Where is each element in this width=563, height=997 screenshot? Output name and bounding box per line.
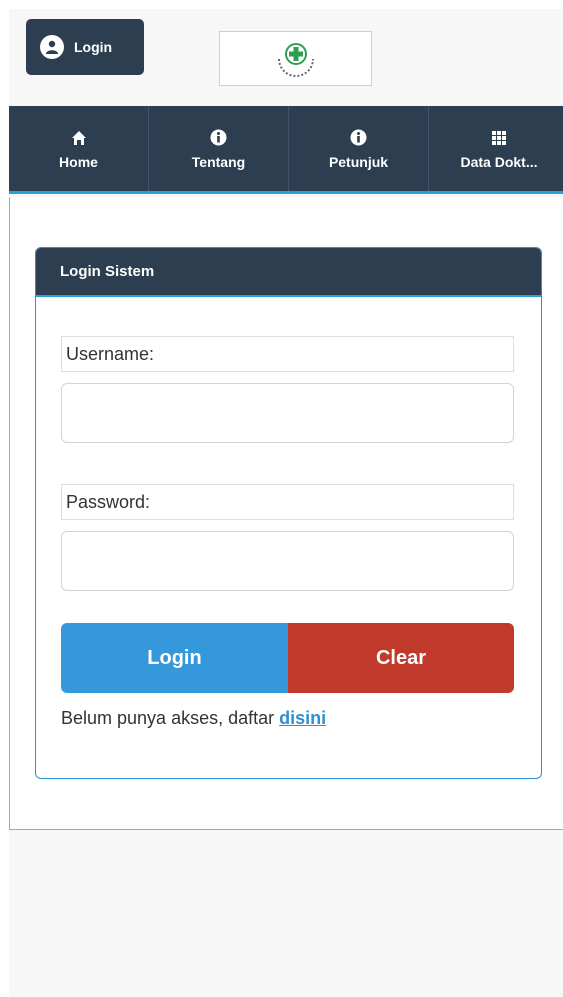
- username-label: Username:: [61, 336, 514, 372]
- register-text: Belum punya akses, daftar: [61, 708, 280, 728]
- nav-item-label: Data Dokt...: [460, 153, 538, 170]
- info-icon: [210, 128, 227, 148]
- user-icon: [40, 35, 64, 59]
- nav-item-home[interactable]: Home: [9, 106, 149, 191]
- nav-item-data-dokter[interactable]: Data Dokt...: [429, 106, 563, 191]
- nav-item-petunjuk[interactable]: Petunjuk: [289, 106, 429, 191]
- content-area: Login Sistem Username: Password: Login C…: [9, 197, 563, 830]
- header-login-button[interactable]: Login: [26, 19, 144, 75]
- login-panel: Login Sistem Username: Password: Login C…: [35, 247, 542, 779]
- nav-item-label: Home: [59, 153, 98, 170]
- clear-button[interactable]: Clear: [288, 623, 514, 693]
- username-input[interactable]: [61, 383, 514, 443]
- password-input[interactable]: [61, 531, 514, 591]
- main-nav: Home Tentang Petunjuk Data Dokt...: [9, 106, 563, 194]
- health-logo-icon: [277, 42, 314, 77]
- password-label: Password:: [61, 484, 514, 520]
- info-icon: [350, 128, 367, 148]
- logo: [219, 31, 372, 86]
- header-login-label: Login: [74, 39, 113, 55]
- nav-item-tentang[interactable]: Tentang: [149, 106, 289, 191]
- register-link[interactable]: disini: [279, 708, 326, 728]
- home-icon: [71, 128, 87, 148]
- nav-item-label: Petunjuk: [328, 153, 389, 170]
- panel-title: Login Sistem: [36, 248, 541, 297]
- app-frame: Login Home Tentang Petunjuk Data Dokt...…: [9, 9, 563, 997]
- register-line: Belum punya akses, daftar disini: [61, 708, 326, 729]
- grid-icon: [491, 128, 507, 148]
- login-button[interactable]: Login: [61, 623, 288, 693]
- nav-item-label: Tentang: [191, 153, 246, 170]
